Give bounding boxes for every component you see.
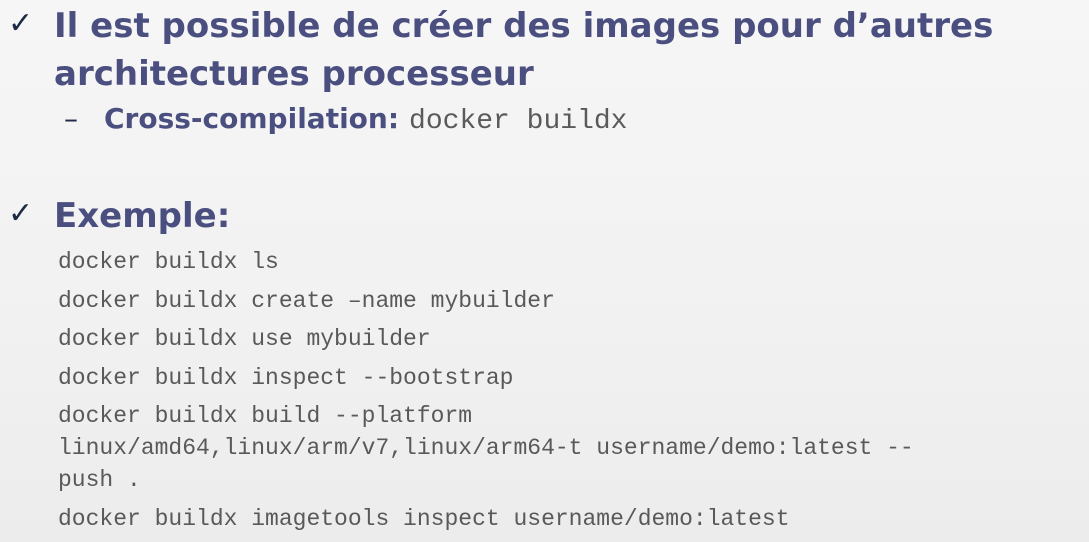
sub-bullet-cross-compilation: – Cross-compilation: docker buildx (64, 102, 627, 137)
code-block: docker buildx ls docker buildx create –n… (58, 246, 1068, 541)
bullet-heading: Il est possible de créer des images pour… (54, 2, 993, 98)
code-line: docker buildx inspect --bootstrap (58, 364, 514, 391)
bullet-exemple: ✓ Exemple: (0, 192, 230, 240)
checkmark-icon: ✓ (8, 6, 34, 41)
dash-icon: – (64, 102, 78, 135)
bullet-architectures: ✓ Il est possible de créer des images po… (0, 2, 993, 98)
heading-line-1: Il est possible de créer des images pour… (54, 6, 994, 46)
bullet-heading: Exemple: (54, 196, 231, 236)
code-line: docker buildx ls (58, 249, 279, 275)
code-line: docker buildx create –name mybuilder (58, 287, 555, 314)
heading-line-2: architectures processeur (54, 54, 534, 94)
sub-bullet-code: docker buildx (409, 106, 628, 137)
code-line: docker buildx use mybuilder (58, 326, 431, 352)
slide: ✓ Il est possible de créer des images po… (0, 0, 1089, 542)
sub-bullet-label: Cross-compilation: (104, 102, 400, 135)
code-line: docker buildx build --platform linux/amd… (58, 403, 914, 493)
checkmark-icon: ✓ (8, 196, 34, 231)
code-line: docker buildx imagetools inspect usernam… (58, 505, 790, 532)
